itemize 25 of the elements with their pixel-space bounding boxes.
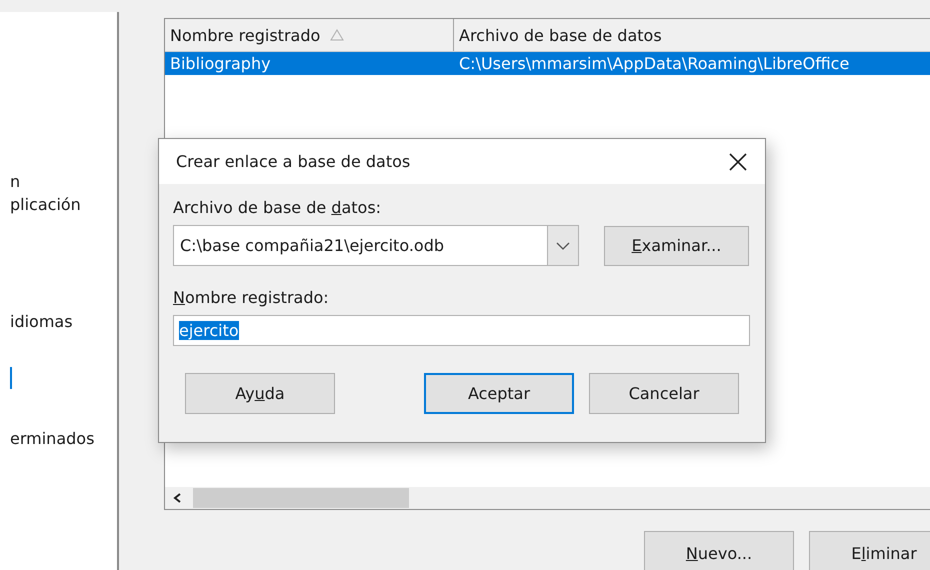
file-combobox[interactable]: C:\base compañia21\ejercito.odb bbox=[173, 225, 579, 266]
horizontal-scrollbar[interactable] bbox=[165, 487, 930, 509]
sidebar-item[interactable]: plicación bbox=[10, 195, 81, 214]
column-header[interactable]: Archivo de base de datos bbox=[454, 19, 930, 51]
dropdown-chevron-icon[interactable] bbox=[556, 242, 570, 250]
table-row[interactable]: Bibliography C:\Users\mmarsim\AppData\Roaming\LibreOffice bbox=[165, 52, 930, 75]
field-label: Archivo de base de datos: bbox=[173, 198, 382, 217]
table-cell-text: Bibliography bbox=[169, 54, 272, 73]
scroll-left-icon[interactable] bbox=[173, 493, 183, 503]
field-label: Nombre registrado: bbox=[173, 288, 329, 307]
close-icon[interactable] bbox=[729, 152, 747, 170]
sidebar-item[interactable]: erminados bbox=[10, 429, 94, 448]
dialog-button[interactable]: Aceptar bbox=[424, 373, 574, 414]
browse-button[interactable]: Examinar... bbox=[604, 226, 749, 266]
dialog-title: Crear enlace a base de datos bbox=[176, 152, 410, 171]
sidebar-item[interactable]: idiomas bbox=[10, 312, 73, 331]
table-cell-text: C:\Users\mmarsim\AppData\Roaming\LibreOffice bbox=[458, 54, 850, 73]
dialog-button[interactable]: Cancelar bbox=[589, 373, 739, 414]
sidebar-item[interactable]: n bbox=[10, 172, 20, 191]
action-button[interactable]: Eliminar bbox=[809, 531, 930, 570]
name-input-field[interactable]: ejercito bbox=[173, 315, 750, 346]
scrollbar-thumb[interactable] bbox=[193, 488, 409, 508]
action-button[interactable]: Nuevo... bbox=[644, 531, 794, 570]
dialog-button[interactable]: Ayuda bbox=[185, 373, 335, 414]
column-header[interactable]: Nombre registrado bbox=[165, 19, 454, 51]
